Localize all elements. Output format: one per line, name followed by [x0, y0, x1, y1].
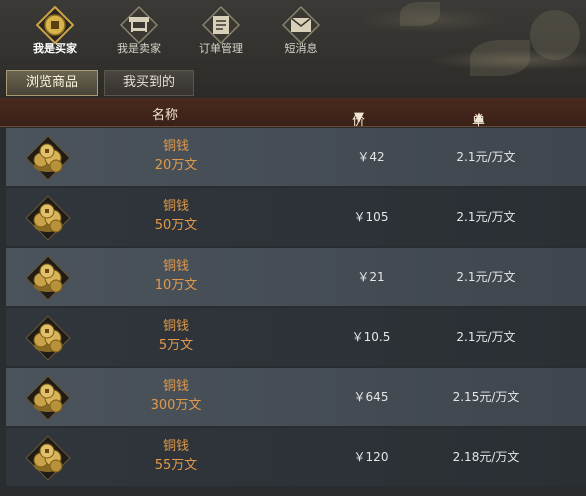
- nav-buyer[interactable]: 我是买家: [22, 2, 88, 64]
- item-price: ￥21: [357, 270, 385, 284]
- coin-pile-icon: [25, 315, 71, 361]
- item-unit-price: 2.1元/万文: [456, 210, 516, 224]
- item-title: 铜钱: [162, 379, 189, 394]
- item-amount: 50万文: [154, 218, 198, 233]
- item-name: 铜钱 55万文: [126, 437, 226, 475]
- table-row[interactable]: 铜钱 55万文 ￥120 2.18元/万文: [6, 428, 586, 486]
- item-unit-price: 2.15元/万文: [452, 390, 520, 404]
- envelope-icon: [282, 6, 320, 44]
- item-title: 铜钱: [162, 259, 189, 274]
- nav-seller[interactable]: 我是卖家: [106, 2, 172, 64]
- item-amount: 10万文: [154, 278, 198, 293]
- item-title: 铜钱: [162, 439, 189, 454]
- item-amount: 300万文: [150, 398, 202, 413]
- column-name: 名称: [152, 108, 179, 123]
- item-name: 铜钱 300万文: [126, 377, 226, 415]
- table-row[interactable]: 铜钱 5万文 ￥10.5 2.1元/万文: [6, 308, 586, 366]
- item-name: 铜钱 5万文: [126, 317, 226, 355]
- table-row[interactable]: 铜钱 300万文 ￥645 2.15元/万文: [6, 368, 586, 426]
- sort-desc-icon: ▼: [354, 110, 364, 125]
- coin-pile-icon: [25, 255, 71, 301]
- seller-stall-icon: [120, 6, 158, 44]
- item-price: ￥10.5: [351, 330, 391, 344]
- item-price: ￥105: [353, 210, 389, 224]
- item-amount: 5万文: [158, 338, 194, 353]
- item-price: ￥645: [353, 390, 389, 404]
- decorative-flower: [530, 10, 580, 60]
- item-name: 铜钱 10万文: [126, 257, 226, 295]
- item-title: 铜钱: [162, 139, 189, 154]
- item-unit-price: 2.1元/万文: [456, 150, 516, 164]
- item-unit-price: 2.18元/万文: [452, 450, 520, 464]
- nav-orders[interactable]: 订单管理: [188, 2, 254, 64]
- item-title: 铜钱: [162, 319, 189, 334]
- nav-label: 短消息: [284, 42, 318, 55]
- decorative-leaf: [400, 2, 440, 26]
- item-amount: 55万文: [154, 458, 198, 473]
- nav-label: 我是买家: [33, 42, 77, 55]
- item-name: 铜钱 20万文: [126, 137, 226, 175]
- nav-label: 我是卖家: [117, 42, 161, 55]
- order-book-icon: [202, 6, 240, 44]
- coin-pile-icon: [25, 135, 71, 181]
- sort-asc-icon: ▲: [474, 110, 484, 125]
- item-title: 铜钱: [162, 199, 189, 214]
- item-price: ￥120: [353, 450, 389, 464]
- item-unit-price: 2.1元/万文: [456, 330, 516, 344]
- tab-my-purchases[interactable]: 我买到的: [104, 70, 194, 96]
- tab-browse-items[interactable]: 浏览商品: [6, 70, 98, 96]
- table-row[interactable]: 铜钱 20万文 ￥42 2.1元/万文: [6, 128, 586, 186]
- nav-label: 订单管理: [199, 42, 243, 55]
- item-price: ￥42: [357, 150, 385, 164]
- table-row[interactable]: 铜钱 50万文 ￥105 2.1元/万文: [6, 188, 586, 246]
- buyer-coin-icon: [36, 6, 74, 44]
- table-row[interactable]: 铜钱 10万文 ￥21 2.1元/万文: [6, 248, 586, 306]
- item-amount: 20万文: [154, 158, 198, 173]
- item-name: 铜钱 50万文: [126, 197, 226, 235]
- table-header: 名称 价钱▼ 单价▲: [0, 98, 586, 148]
- nav-messages[interactable]: 短消息: [268, 2, 334, 64]
- tab-bar: 浏览商品 我买到的: [0, 70, 586, 96]
- item-unit-price: 2.1元/万文: [456, 270, 516, 284]
- coin-pile-icon: [25, 435, 71, 481]
- coin-pile-icon: [25, 375, 71, 421]
- coin-pile-icon: [25, 195, 71, 241]
